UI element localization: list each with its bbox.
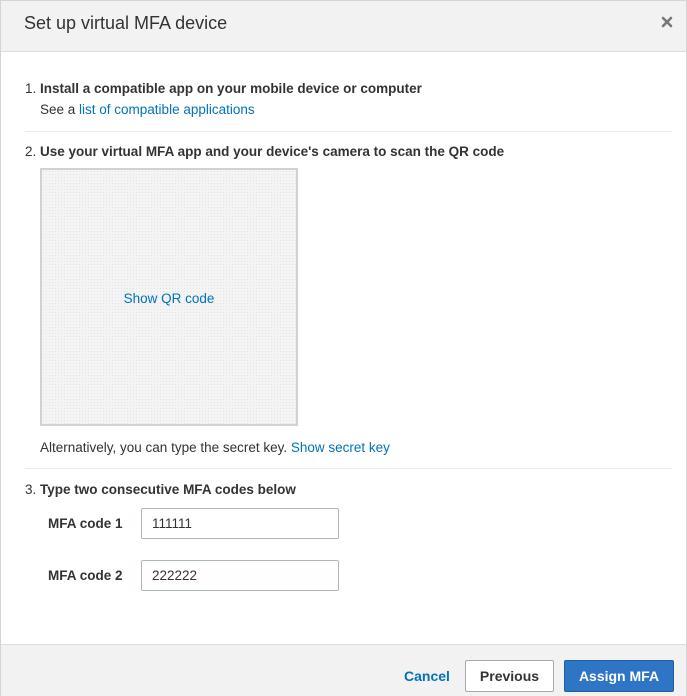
secret-key-prefix: Alternatively, you can type the secret k… bbox=[40, 440, 288, 455]
show-secret-key-link[interactable]: Show secret key bbox=[291, 440, 390, 455]
secret-key-line: Alternatively, you can type the secret k… bbox=[40, 440, 390, 455]
cancel-button[interactable]: Cancel bbox=[394, 660, 460, 692]
step-2-number: 2. bbox=[25, 144, 37, 159]
assign-mfa-button[interactable]: Assign MFA bbox=[564, 660, 674, 692]
step-1-sub-prefix: See a bbox=[40, 102, 80, 117]
divider-1 bbox=[25, 131, 672, 132]
close-icon[interactable] bbox=[660, 15, 674, 29]
qr-code-box: Show QR code bbox=[40, 168, 298, 426]
step-2: 2. Use your virtual MFA app and your dev… bbox=[25, 144, 504, 159]
step-3: 3. Type two consecutive MFA codes below bbox=[25, 482, 296, 497]
step-1-subtext: See a list of compatible applications bbox=[40, 102, 255, 117]
step-2-text: Use your virtual MFA app and your device… bbox=[40, 144, 505, 159]
compatible-apps-link[interactable]: list of compatible applications bbox=[79, 102, 255, 117]
dialog-header: Set up virtual MFA device bbox=[1, 1, 686, 52]
mfa-code-1-input[interactable] bbox=[141, 508, 339, 539]
step-3-number: 3. bbox=[25, 482, 37, 497]
divider-2 bbox=[25, 468, 672, 469]
step-1: 1. Install a compatible app on your mobi… bbox=[25, 81, 422, 96]
mfa-code-1-label: MFA code 1 bbox=[48, 516, 123, 531]
dialog-title: Set up virtual MFA device bbox=[24, 13, 228, 33]
step-3-text: Type two consecutive MFA codes below bbox=[40, 482, 296, 497]
step-1-text: Install a compatible app on your mobile … bbox=[40, 81, 422, 96]
mfa-code-2-label: MFA code 2 bbox=[48, 568, 123, 583]
step-1-number: 1. bbox=[25, 81, 37, 96]
show-qr-code-link[interactable]: Show QR code bbox=[124, 291, 215, 306]
previous-button[interactable]: Previous bbox=[465, 660, 554, 692]
mfa-setup-dialog: Set up virtual MFA device 1. Install a c… bbox=[0, 0, 687, 696]
dialog-footer: Cancel Previous Assign MFA bbox=[1, 644, 686, 696]
mfa-code-2-input[interactable] bbox=[141, 560, 339, 591]
